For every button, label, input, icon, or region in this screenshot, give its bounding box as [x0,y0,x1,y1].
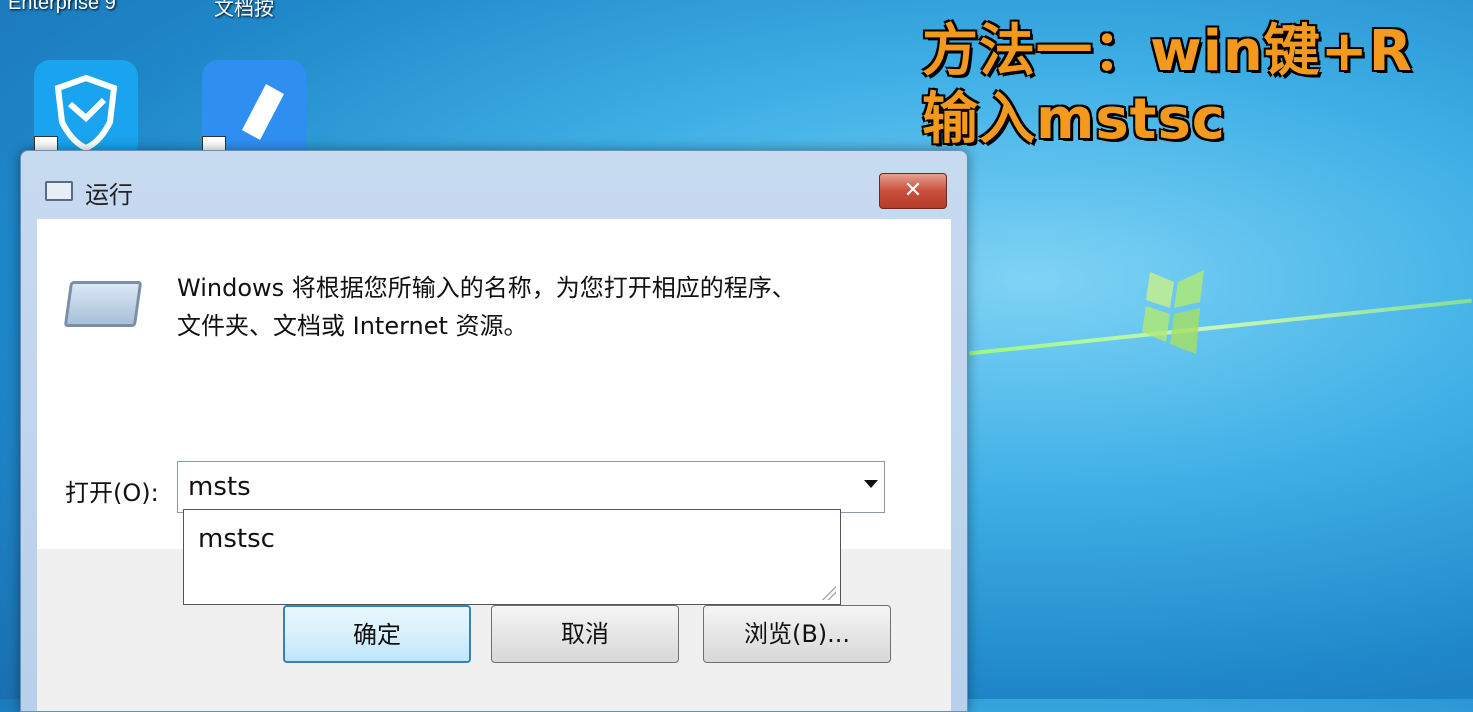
dialog-description: Windows 将根据您所输入的名称，为您打开相应的程序、 文件夹、文档或 In… [177,269,897,345]
desktop-label-enterprise: Enterprise 9 [8,0,116,14]
pen-app-icon[interactable] [202,60,306,160]
ok-button[interactable]: 确定 [283,605,471,663]
description-line1: Windows 将根据您所输入的名称，为您打开相应的程序、 [177,274,796,302]
autocomplete-list: mstsc [183,509,841,605]
browse-button[interactable]: 浏览(B)... [703,605,891,663]
windows-logo-icon [1142,270,1204,354]
cancel-button[interactable]: 取消 [491,605,679,663]
run-window-icon [45,181,73,201]
open-combobox[interactable]: msts [177,461,885,513]
chevron-down-icon[interactable] [864,480,878,488]
close-icon: ✕ [903,178,923,203]
dialog-titlebar[interactable]: 运行 ✕ [21,151,967,219]
dialog-title: 运行 [85,181,133,209]
dialog-body: Windows 将根据您所输入的名称，为您打开相应的程序、 文件夹、文档或 In… [37,219,951,711]
autocomplete-item[interactable]: mstsc [198,524,275,554]
run-program-icon [63,281,143,327]
close-button[interactable]: ✕ [879,173,947,209]
description-line2: 文件夹、文档或 Internet 资源。 [177,312,528,340]
tencent-app-icon[interactable] [34,60,138,160]
desktop-label-doc: 文档按 [214,0,274,20]
open-label: 打开(O): [65,479,159,507]
resize-grip-icon[interactable] [820,584,836,600]
run-dialog[interactable]: 运行 ✕ Windows 将根据您所输入的名称，为您打开相应的程序、 文件夹、文… [20,150,968,712]
tutorial-caption: 方法一：win键+R 输入mstsc [922,18,1413,154]
wallpaper-streak [969,298,1472,356]
tutorial-caption-line2: 输入mstsc [922,87,1226,152]
tutorial-caption-line1: 方法一：win键+R [922,19,1413,84]
open-input-value[interactable]: msts [188,472,251,502]
